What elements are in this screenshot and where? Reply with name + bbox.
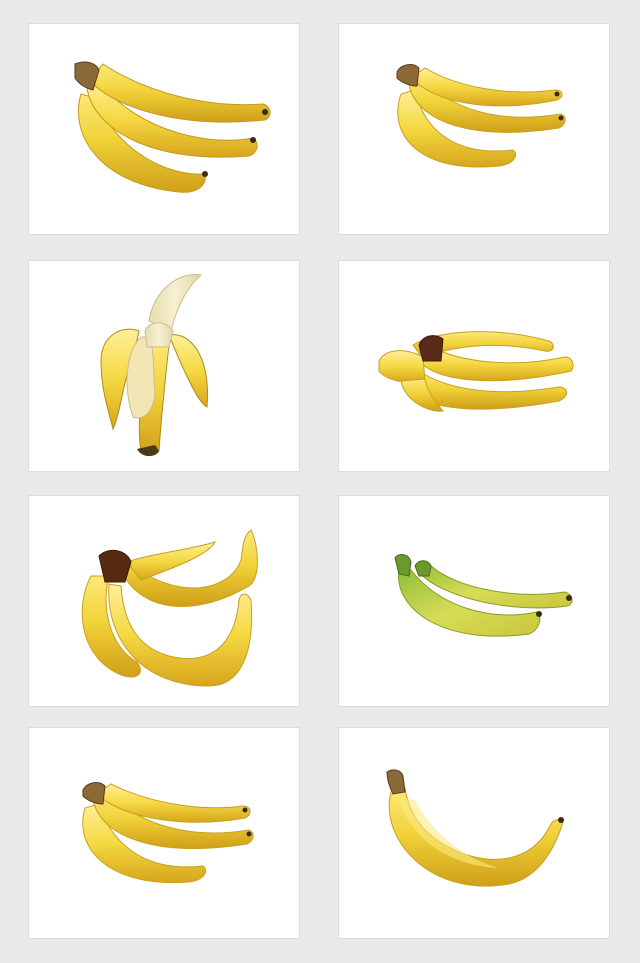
- gallery-card[interactable]: [339, 496, 609, 706]
- banana-bunch-icon: [82, 782, 254, 884]
- banana-bunch-icon: [378, 331, 574, 412]
- gallery-card[interactable]: [339, 261, 609, 471]
- banana-bunch-icon: [396, 64, 566, 168]
- gallery-card[interactable]: [29, 496, 299, 706]
- gallery-card[interactable]: [339, 728, 609, 938]
- green-banana-pair-icon: [394, 554, 573, 637]
- gallery-card[interactable]: [339, 24, 609, 234]
- peeled-banana-icon: [100, 274, 209, 457]
- gallery-card[interactable]: [29, 728, 299, 938]
- banana-gallery: [0, 0, 640, 963]
- single-banana-icon: [386, 769, 564, 887]
- gallery-card[interactable]: [29, 261, 299, 471]
- gallery-card[interactable]: [29, 24, 299, 234]
- banana-bunch-icon: [74, 61, 271, 193]
- banana-bunch-icon: [81, 529, 258, 687]
